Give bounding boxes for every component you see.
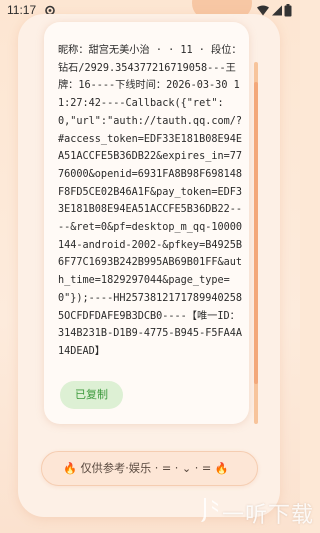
battery-icon <box>284 4 292 17</box>
copied-button[interactable]: 已复制 <box>60 381 123 409</box>
result-text[interactable]: 昵称：甜宫无美小治 · · 11 · 段位：钻石/2929.3543772167… <box>58 42 244 361</box>
status-time: 11:17 <box>7 3 37 17</box>
watermark-logo-icon <box>201 498 218 522</box>
result-card: 昵称：甜宫无美小治 · · 11 · 段位：钻石/2929.3543772167… <box>44 22 249 424</box>
watermark-text: 一听下载 <box>222 503 315 528</box>
footer-disclaimer: 🔥 仅供参考·娱乐 · = · ⌄ · = 🔥 <box>63 462 229 475</box>
signal-icon <box>272 5 282 16</box>
scrollbar-thumb[interactable] <box>254 82 258 384</box>
